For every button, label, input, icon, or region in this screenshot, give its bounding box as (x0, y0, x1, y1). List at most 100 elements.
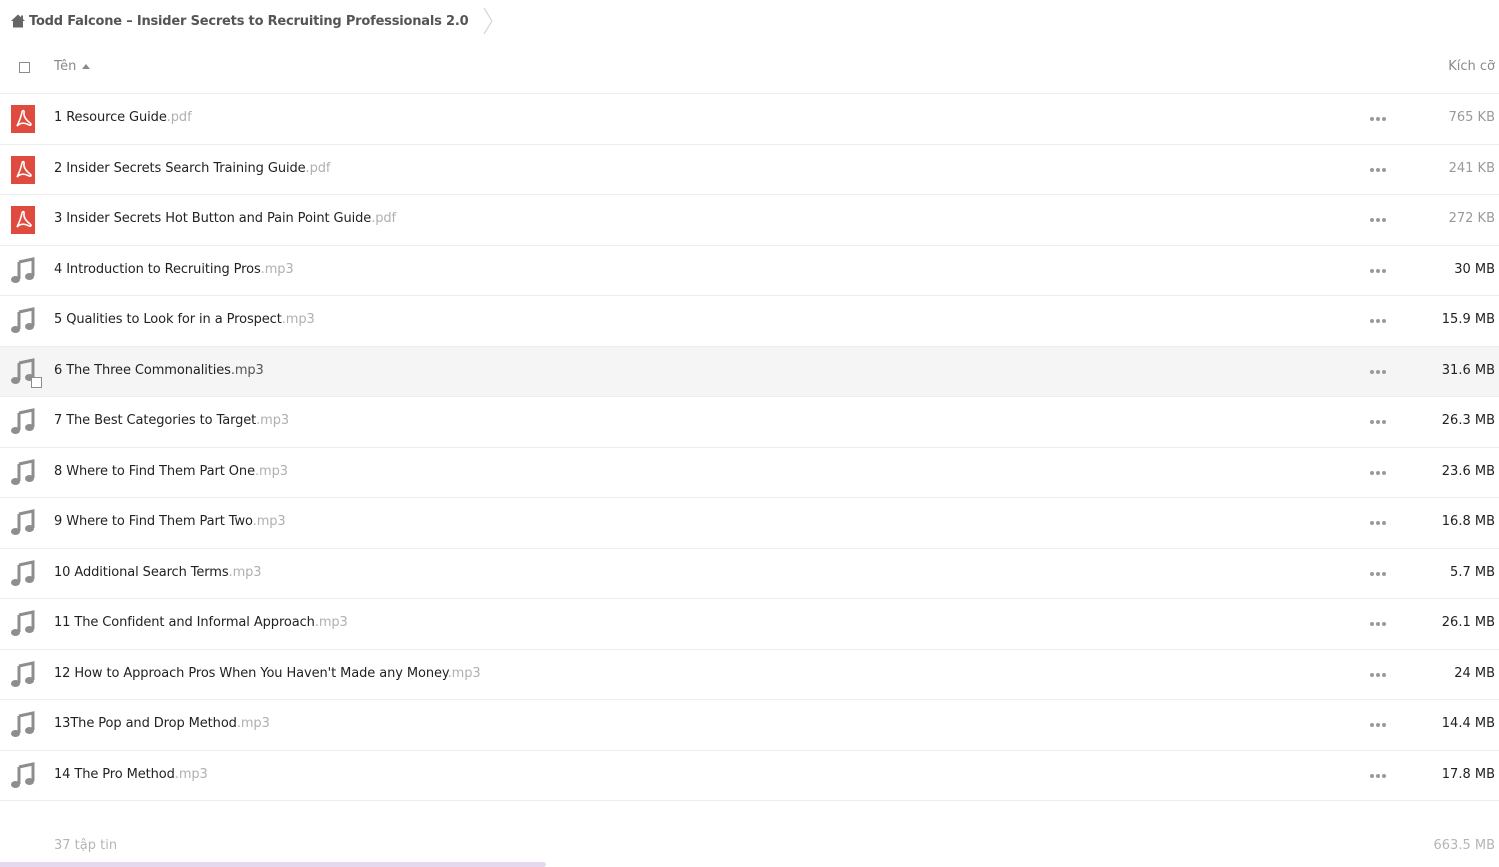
file-row[interactable]: 8 Where to Find Them Part One.mp3 23.6 M… (0, 448, 1499, 498)
file-basename: 13The Pop and Drop Method (54, 716, 237, 731)
file-name[interactable]: 10 Additional Search Terms.mp3 (54, 564, 262, 580)
file-row[interactable]: 10 Additional Search Terms.mp3 5.7 MB (0, 549, 1499, 599)
file-name[interactable]: 13The Pop and Drop Method.mp3 (54, 716, 270, 731)
more-options-icon[interactable] (1366, 414, 1390, 430)
file-size: 241 KB (1448, 160, 1495, 176)
file-basename: 3 Insider Secrets Hot Button and Pain Po… (54, 211, 372, 226)
file-extension: .mp3 (254, 463, 288, 479)
file-row[interactable]: 3 Insider Secrets Hot Button and Pain Po… (0, 195, 1499, 246)
file-row[interactable]: 1 Resource Guide.pdf 765 KB (0, 94, 1499, 145)
file-size: 5.7 MB (1450, 564, 1495, 580)
file-row[interactable]: 13The Pop and Drop Method.mp3 14.4 MB (0, 700, 1499, 751)
total-size: 663.5 MB (1433, 838, 1495, 853)
file-basename: 10 Additional Search Terms (54, 564, 229, 580)
more-options-icon[interactable] (1366, 263, 1390, 279)
file-size: 23.6 MB (1441, 463, 1495, 479)
file-size: 26.3 MB (1441, 413, 1495, 428)
file-extension: .mp3 (230, 362, 264, 378)
file-name[interactable]: 7 The Best Categories to Target.mp3 (54, 413, 289, 428)
file-size: 14.4 MB (1441, 716, 1495, 731)
column-header-name[interactable]: Tên (54, 59, 91, 74)
file-extension: .mp3 (281, 312, 315, 327)
file-name[interactable]: 8 Where to Find Them Part One.mp3 (54, 464, 288, 479)
more-options-icon[interactable] (1366, 566, 1390, 582)
file-extension: .pdf (166, 110, 192, 125)
file-basename: 8 Where to Find Them Part One (54, 463, 255, 479)
audio-file-icon (10, 660, 36, 689)
file-extension: .mp3 (260, 261, 294, 277)
column-header-size[interactable]: Kích cỡ (1448, 59, 1495, 74)
file-extension: .mp3 (252, 514, 286, 529)
sort-ascending-icon (82, 64, 91, 69)
file-basename: 7 The Best Categories to Target (54, 413, 257, 428)
file-size: 272 KB (1448, 211, 1495, 226)
more-options-icon[interactable] (1366, 465, 1390, 481)
file-size: 17.8 MB (1441, 766, 1495, 782)
more-options-icon[interactable] (1366, 162, 1390, 178)
file-basename: 6 The Three Commonalities (54, 362, 231, 378)
horizontal-scrollbar[interactable] (0, 862, 546, 867)
audio-file-icon (10, 408, 36, 436)
file-basename: 4 Introduction to Recruiting Pros (54, 261, 261, 277)
file-row[interactable]: 9 Where to Find Them Part Two.mp3 16.8 M… (0, 498, 1499, 549)
file-row[interactable]: 7 The Best Categories to Target.mp3 26.3… (0, 397, 1499, 448)
file-name[interactable]: 3 Insider Secrets Hot Button and Pain Po… (54, 211, 396, 226)
file-name[interactable]: 4 Introduction to Recruiting Pros.mp3 (54, 262, 294, 277)
more-options-icon[interactable] (1366, 515, 1390, 531)
file-size: 765 KB (1448, 110, 1495, 125)
file-row[interactable]: 12 How to Approach Pros When You Haven't… (0, 650, 1499, 700)
file-size: 31.6 MB (1441, 362, 1495, 378)
file-extension: .mp3 (174, 766, 208, 782)
file-row[interactable]: 11 The Confident and Informal Approach.m… (0, 599, 1499, 650)
file-extension: .pdf (371, 211, 396, 226)
file-size: 24 MB (1454, 665, 1495, 681)
audio-file-icon (10, 458, 36, 487)
row-checkbox[interactable] (31, 376, 42, 388)
more-options-icon[interactable] (1366, 667, 1390, 683)
audio-file-icon (10, 711, 36, 739)
file-row[interactable]: 2 Insider Secrets Search Training Guide.… (0, 145, 1499, 195)
breadcrumb-title[interactable]: Todd Falcone – Insider Secrets to Recrui… (29, 14, 469, 29)
file-name[interactable]: 2 Insider Secrets Search Training Guide.… (54, 161, 330, 176)
file-size: 15.9 MB (1441, 312, 1495, 327)
audio-file-icon (10, 256, 36, 285)
more-options-icon[interactable] (1366, 313, 1390, 329)
file-extension: .mp3 (228, 564, 262, 580)
more-options-icon[interactable] (1366, 212, 1390, 228)
audio-file-icon (10, 610, 36, 638)
file-extension: .mp3 (314, 615, 348, 630)
file-row[interactable]: 4 Introduction to Recruiting Pros.mp3 30… (0, 246, 1499, 296)
file-basename: 12 How to Approach Pros When You Haven't… (54, 665, 448, 681)
file-name[interactable]: 11 The Confident and Informal Approach.m… (54, 615, 348, 630)
file-name[interactable]: 5 Qualities to Look for in a Prospect.mp… (54, 312, 315, 327)
file-name[interactable]: 1 Resource Guide.pdf (54, 110, 192, 125)
more-options-icon[interactable] (1366, 768, 1390, 784)
audio-file-icon (10, 559, 36, 588)
file-extension: .pdf (305, 160, 331, 176)
file-name[interactable]: 9 Where to Find Them Part Two.mp3 (54, 514, 286, 529)
file-name[interactable]: 12 How to Approach Pros When You Haven't… (54, 666, 481, 681)
more-options-icon[interactable] (1366, 111, 1390, 127)
pdf-file-icon (10, 206, 36, 234)
breadcrumb: Todd Falcone – Insider Secrets to Recrui… (0, 0, 1499, 42)
file-name[interactable]: 6 The Three Commonalities.mp3 (54, 363, 264, 378)
more-options-icon[interactable] (1366, 717, 1390, 733)
breadcrumb-folder[interactable]: Todd Falcone – Insider Secrets to Recrui… (0, 0, 469, 42)
file-size: 26.1 MB (1441, 615, 1495, 630)
file-basename: 14 The Pro Method (54, 766, 175, 782)
file-size: 16.8 MB (1441, 514, 1495, 529)
file-row[interactable]: 5 Qualities to Look for in a Prospect.mp… (0, 296, 1499, 347)
file-name[interactable]: 14 The Pro Method.mp3 (54, 767, 208, 782)
file-row[interactable]: 14 The Pro Method.mp3 17.8 MB (0, 751, 1499, 801)
column-name-label: Tên (54, 59, 77, 74)
more-options-icon[interactable] (1366, 364, 1390, 380)
chevron-right-icon (482, 0, 496, 42)
home-icon[interactable] (10, 13, 26, 29)
pdf-file-icon (10, 155, 36, 184)
file-row[interactable]: 6 The Three Commonalities.mp3 31.6 MB (0, 346, 1499, 397)
more-options-icon[interactable] (1366, 616, 1390, 632)
audio-file-icon (10, 761, 36, 790)
file-basename: 1 Resource Guide (54, 110, 167, 125)
select-all-checkbox[interactable] (19, 62, 30, 73)
file-extension: .mp3 (447, 665, 481, 681)
